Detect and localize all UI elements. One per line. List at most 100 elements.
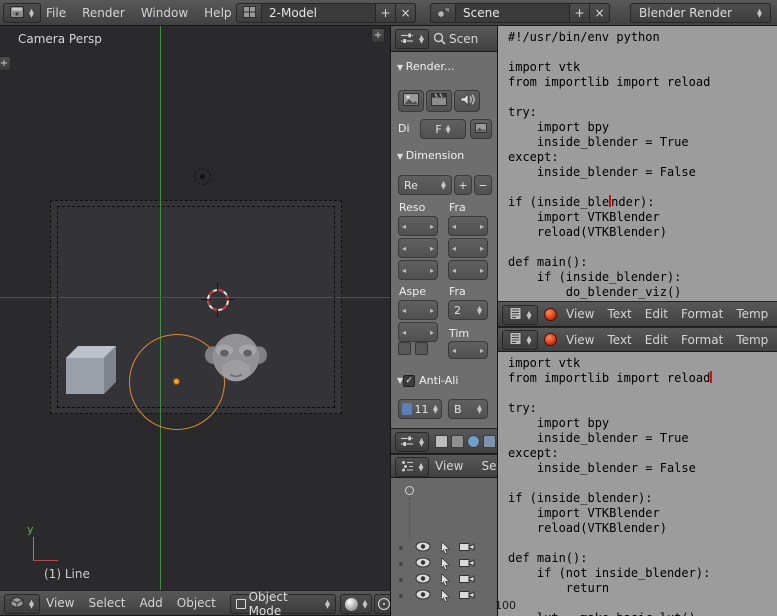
selectable-arrow-icon[interactable]: [439, 557, 451, 573]
toggle-button[interactable]: [415, 342, 428, 355]
display-extra-button[interactable]: [470, 119, 492, 139]
pivot-point-dropdown[interactable]: [374, 594, 390, 614]
code-line[interactable]: if (inside_blender):: [508, 491, 777, 506]
menu-select[interactable]: Select: [88, 596, 125, 610]
renderable-camera-icon[interactable]: [459, 557, 475, 571]
render-still-button[interactable]: [398, 90, 424, 112]
3d-viewport[interactable]: Camera Persp + + y (1) Line: [0, 26, 390, 590]
text-editor-bottom[interactable]: import vtk from importlib import reload tr…: [497, 352, 777, 616]
renderable-camera-icon[interactable]: [459, 541, 475, 555]
code-line[interactable]: #!/usr/bin/env python: [508, 30, 777, 45]
editor-type-button-info[interactable]: [3, 3, 41, 23]
render-presets-dropdown[interactable]: Re: [398, 175, 452, 195]
menu-file[interactable]: File: [46, 6, 66, 20]
expand-toolshelf-button[interactable]: +: [0, 56, 11, 71]
editor-type-button-properties-2[interactable]: [395, 432, 429, 452]
outliner-row[interactable]: [391, 540, 497, 555]
close-scene-button[interactable]: ×: [590, 3, 610, 23]
code-line[interactable]: inside_blender = True: [508, 431, 777, 446]
code-line[interactable]: def main():: [508, 255, 777, 270]
code-line[interactable]: return: [508, 581, 777, 596]
editor-type-button-text[interactable]: [502, 305, 538, 325]
layout-name-field[interactable]: 2-Model: [262, 3, 376, 23]
editor-type-button-text-2[interactable]: [502, 330, 538, 350]
code-line[interactable]: [508, 386, 777, 401]
visibility-eye-icon[interactable]: [415, 541, 431, 555]
frame-rate-field[interactable]: 2: [448, 300, 488, 320]
scene-node-icon[interactable]: [405, 486, 414, 495]
menu-window[interactable]: Window: [141, 6, 188, 20]
add-preset-button[interactable]: +: [454, 175, 472, 195]
outliner-row[interactable]: [391, 572, 497, 587]
code-line[interactable]: inside_blender = False: [508, 461, 777, 476]
add-scene-button[interactable]: +: [570, 3, 590, 23]
menu-edit[interactable]: Edit: [645, 307, 668, 321]
code-line[interactable]: reload(VTKBlender): [508, 521, 777, 536]
resolution-percentage-slider[interactable]: [398, 260, 438, 280]
search-icon[interactable]: [433, 32, 446, 48]
code-line[interactable]: import vtk: [508, 356, 777, 371]
lamp-object[interactable]: [194, 168, 211, 185]
editor-type-button-outliner[interactable]: [395, 457, 429, 477]
display-mode-dropdown[interactable]: F: [420, 119, 466, 139]
code-line[interactable]: import VTKBlender: [508, 506, 777, 521]
menu-render[interactable]: Render: [82, 6, 125, 20]
menu-format[interactable]: Format: [681, 307, 723, 321]
properties-tab-world-icon[interactable]: [467, 435, 480, 448]
menu-view[interactable]: View: [46, 596, 74, 610]
toggle-button[interactable]: [398, 342, 411, 355]
code-line[interactable]: reload(VTKBlender): [508, 225, 777, 240]
menu-temp[interactable]: Temp: [736, 307, 768, 321]
antialiasing-panel-header[interactable]: Anti-Ali: [397, 374, 458, 387]
menu-view[interactable]: View: [435, 459, 463, 473]
scene-browse-button[interactable]: [430, 3, 456, 23]
close-layout-button[interactable]: ×: [396, 3, 416, 23]
menu-object[interactable]: Object: [177, 596, 216, 610]
code-line[interactable]: [508, 45, 777, 60]
selectable-arrow-icon[interactable]: [439, 573, 451, 589]
text-datablock-icon[interactable]: [544, 333, 557, 346]
selectable-arrow-icon[interactable]: [439, 589, 451, 605]
selectable-arrow-icon[interactable]: [439, 541, 451, 557]
code-line[interactable]: def main():: [508, 551, 777, 566]
render-engine-dropdown[interactable]: Blender Render: [630, 3, 771, 23]
code-line[interactable]: import bpy: [508, 120, 777, 135]
text-datablock-icon[interactable]: [544, 308, 557, 321]
menu-text[interactable]: Text: [607, 307, 631, 321]
resolution-y-slider[interactable]: [398, 238, 438, 258]
properties-tab-object-icon[interactable]: [483, 435, 496, 448]
frame-step-slider[interactable]: [448, 260, 488, 280]
dimensions-panel-header[interactable]: Dimension: [397, 149, 464, 162]
menu-view[interactable]: View: [566, 333, 594, 347]
menu-format[interactable]: Format: [681, 333, 723, 347]
cube-object[interactable]: [64, 336, 126, 399]
code-line[interactable]: [508, 240, 777, 255]
add-layout-button[interactable]: +: [376, 3, 396, 23]
outliner-editor[interactable]: [390, 478, 497, 616]
code-line[interactable]: if (inside_blender):: [508, 195, 777, 210]
code-line[interactable]: inside_blender = True: [508, 135, 777, 150]
code-line[interactable]: [508, 596, 777, 611]
editor-type-button-3d-view[interactable]: [4, 594, 40, 614]
render-audio-button[interactable]: [454, 90, 480, 112]
outliner-row[interactable]: [391, 556, 497, 571]
text-editor-top[interactable]: #!/usr/bin/env python import vtk from impo…: [497, 26, 777, 301]
aspect-y-slider[interactable]: [398, 322, 438, 342]
frame-start-slider[interactable]: [448, 216, 488, 236]
code-line[interactable]: except:: [508, 150, 777, 165]
remove-preset-button[interactable]: −: [474, 175, 492, 195]
code-line[interactable]: import bpy: [508, 416, 777, 431]
properties-editor[interactable]: Render... Di F Dimension Re + − Reso Fra: [390, 52, 497, 428]
visibility-eye-icon[interactable]: [415, 557, 431, 571]
time-remapping-slider[interactable]: [448, 341, 488, 359]
viewport-shading-dropdown[interactable]: [340, 594, 372, 614]
code-line[interactable]: except:: [508, 446, 777, 461]
code-line[interactable]: [508, 476, 777, 491]
menu-help[interactable]: Help: [204, 6, 231, 20]
aspect-x-slider[interactable]: [398, 300, 438, 320]
expand-sidebar-button[interactable]: +: [371, 28, 385, 43]
visibility-eye-icon[interactable]: [415, 573, 431, 587]
visibility-eye-icon[interactable]: [415, 589, 431, 603]
code-line[interactable]: if (not inside_blender):: [508, 566, 777, 581]
layout-browse-button[interactable]: [236, 3, 262, 23]
